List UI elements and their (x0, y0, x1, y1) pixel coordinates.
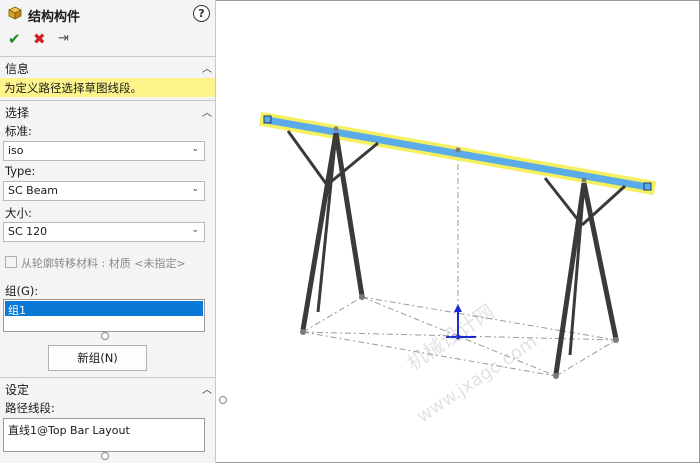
path-segments-list[interactable]: 直线1@Top Bar Layout (3, 418, 205, 452)
transfer-material-label: 从轮廓转移材料 : 材质 <未指定> (21, 257, 186, 270)
size-dropdown[interactable]: SC 120 ⌄ (3, 222, 205, 242)
ok-check-icon[interactable]: ✔ (8, 30, 21, 48)
info-message-text: 为定义路径选择草图线段。 (4, 81, 142, 95)
collapse-chevron-icon[interactable]: ︿ (202, 60, 212, 75)
section-divider (0, 100, 215, 101)
resize-grip-handle[interactable] (101, 332, 109, 340)
transfer-material-checkbox[interactable] (5, 256, 17, 268)
group-list[interactable]: 组1 (3, 299, 205, 332)
type-value: SC Beam (8, 184, 58, 197)
path-segment-item[interactable]: 直线1@Top Bar Layout (8, 422, 130, 438)
cancel-x-icon[interactable]: ✖ (33, 30, 46, 48)
path-segments-label: 路径线段: (5, 401, 55, 415)
group-item-label: 组1 (8, 304, 26, 317)
section-divider (0, 377, 215, 378)
info-section-title[interactable]: 信息 (5, 60, 29, 77)
standard-dropdown[interactable]: iso ⌄ (3, 141, 205, 161)
selection-section-title[interactable]: 选择 (5, 104, 29, 121)
chevron-down-icon: ⌄ (191, 184, 199, 194)
size-label: 大小: (5, 206, 32, 220)
chevron-down-icon: ⌄ (191, 144, 199, 154)
action-bar: ✔ ✖ ⇥ (0, 30, 215, 50)
info-message: 为定义路径选择草图线段。 (0, 78, 215, 97)
list-item[interactable]: 组1 (5, 301, 203, 317)
size-value: SC 120 (8, 225, 48, 238)
pin-icon[interactable]: ⇥ (58, 31, 69, 46)
chevron-down-icon: ⌄ (191, 225, 199, 235)
collapse-chevron-icon[interactable]: ︿ (202, 104, 212, 119)
structural-member-icon (8, 6, 22, 20)
collapse-chevron-icon[interactable]: ︿ (202, 381, 212, 396)
standard-label: 标准: (5, 124, 32, 138)
property-manager: 结构构件 ? ✔ ✖ ⇥ 信息 为定义路径选择草图线段。 选择 标准: iso … (0, 0, 216, 463)
property-manager-header: 结构构件 ? (0, 0, 215, 28)
type-label: Type: (5, 164, 36, 178)
group-label: 组(G): (5, 284, 39, 298)
section-divider (0, 56, 215, 57)
type-dropdown[interactable]: SC Beam ⌄ (3, 181, 205, 201)
settings-section-title[interactable]: 设定 (5, 381, 29, 398)
standard-value: iso (8, 144, 24, 157)
resize-grip-handle[interactable] (101, 452, 109, 460)
beam-selection-highlight (258, 111, 657, 196)
help-icon[interactable]: ? (193, 5, 210, 22)
property-manager-title: 结构构件 (28, 10, 81, 25)
new-group-button[interactable]: 新组(N) (48, 345, 147, 371)
